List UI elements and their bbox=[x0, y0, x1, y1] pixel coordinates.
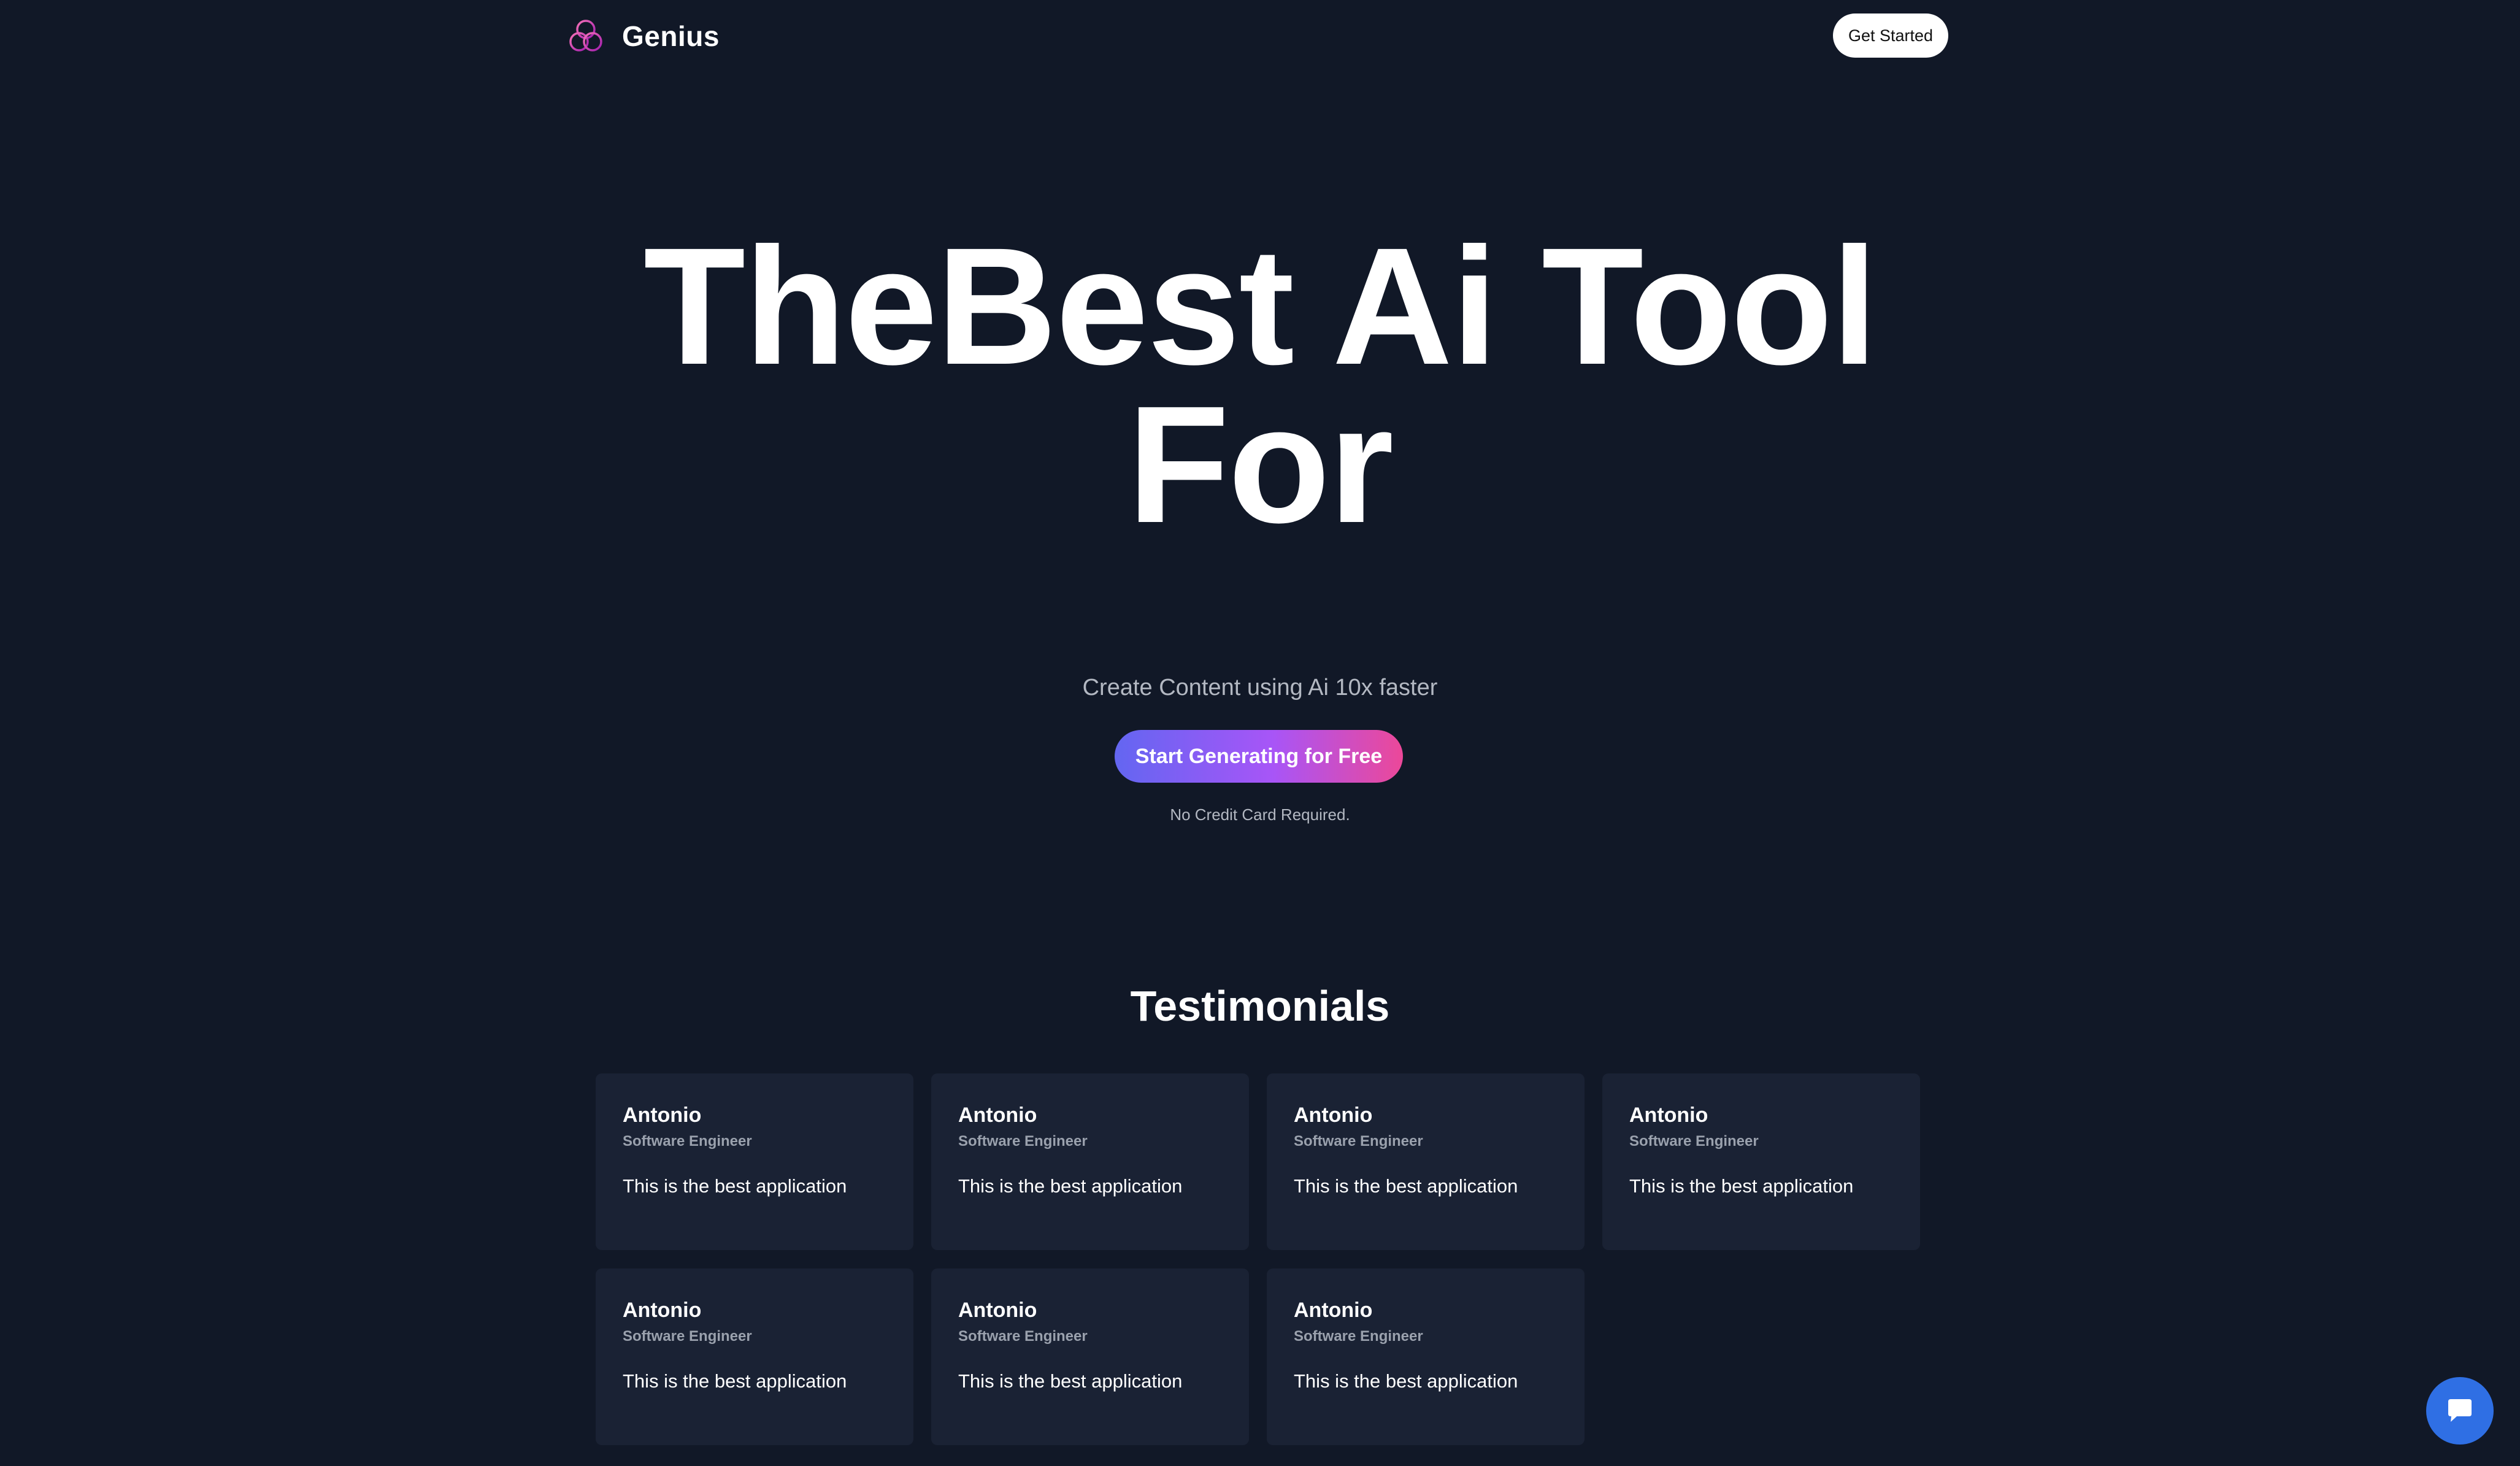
testimonial-card: Antonio Software Engineer This is the be… bbox=[1602, 1073, 1920, 1250]
testimonial-card: Antonio Software Engineer This is the be… bbox=[596, 1268, 913, 1445]
testimonial-quote: This is the best application bbox=[958, 1175, 1183, 1197]
testimonial-quote: This is the best application bbox=[1629, 1175, 1854, 1197]
triple-ring-logo-icon bbox=[569, 20, 602, 52]
testimonial-card: Antonio Software Engineer This is the be… bbox=[931, 1073, 1249, 1250]
testimonial-role: Software Engineer bbox=[623, 1133, 752, 1149]
testimonial-card: Antonio Software Engineer This is the be… bbox=[931, 1268, 1249, 1445]
testimonial-name: Antonio bbox=[623, 1299, 702, 1322]
hero-title: TheBest Ai Tool For bbox=[0, 213, 2520, 558]
testimonial-role: Software Engineer bbox=[1294, 1133, 1423, 1149]
testimonials-heading: Testimonials bbox=[1130, 982, 1390, 1030]
testimonial-role: Software Engineer bbox=[958, 1328, 1088, 1345]
navbar: Genius Get Started bbox=[567, 13, 1948, 59]
brand-link[interactable]: Genius bbox=[567, 17, 720, 55]
testimonial-quote: This is the best application bbox=[1294, 1175, 1518, 1197]
testimonial-role: Software Engineer bbox=[958, 1133, 1088, 1149]
testimonial-name: Antonio bbox=[1294, 1103, 1373, 1127]
testimonial-role: Software Engineer bbox=[1294, 1328, 1423, 1345]
testimonial-name: Antonio bbox=[958, 1299, 1037, 1322]
testimonial-name: Antonio bbox=[623, 1103, 702, 1127]
hero-subtitle: Create Content using Ai 10x faster bbox=[1082, 675, 1438, 700]
chat-bubble-icon bbox=[2448, 1399, 2472, 1422]
brand-name: Genius bbox=[622, 20, 720, 52]
testimonial-card: Antonio Software Engineer This is the be… bbox=[1267, 1268, 1585, 1445]
testimonial-name: Antonio bbox=[958, 1103, 1037, 1127]
testimonial-name: Antonio bbox=[1629, 1103, 1708, 1127]
hero-title-line-2: For bbox=[1127, 371, 1394, 558]
start-generating-button[interactable]: Start Generating for Free bbox=[1115, 730, 1403, 783]
testimonial-quote: This is the best application bbox=[623, 1175, 847, 1197]
testimonial-quote: This is the best application bbox=[1294, 1370, 1518, 1392]
testimonials-grid: Antonio Software Engineer This is the be… bbox=[596, 1073, 1921, 1445]
get-started-button[interactable]: Get Started bbox=[1833, 13, 1948, 58]
testimonial-quote: This is the best application bbox=[623, 1370, 847, 1392]
testimonial-name: Antonio bbox=[1294, 1299, 1373, 1322]
testimonial-card: Antonio Software Engineer This is the be… bbox=[1267, 1073, 1585, 1250]
no-credit-card-note: No Credit Card Required. bbox=[1170, 805, 1350, 824]
hero-title-line-1: TheBest Ai Tool bbox=[643, 213, 1878, 399]
chat-button[interactable] bbox=[2426, 1377, 2494, 1445]
testimonial-role: Software Engineer bbox=[1629, 1133, 1759, 1149]
testimonial-quote: This is the best application bbox=[958, 1370, 1183, 1392]
testimonial-card: Antonio Software Engineer This is the be… bbox=[596, 1073, 913, 1250]
testimonial-role: Software Engineer bbox=[623, 1328, 752, 1345]
